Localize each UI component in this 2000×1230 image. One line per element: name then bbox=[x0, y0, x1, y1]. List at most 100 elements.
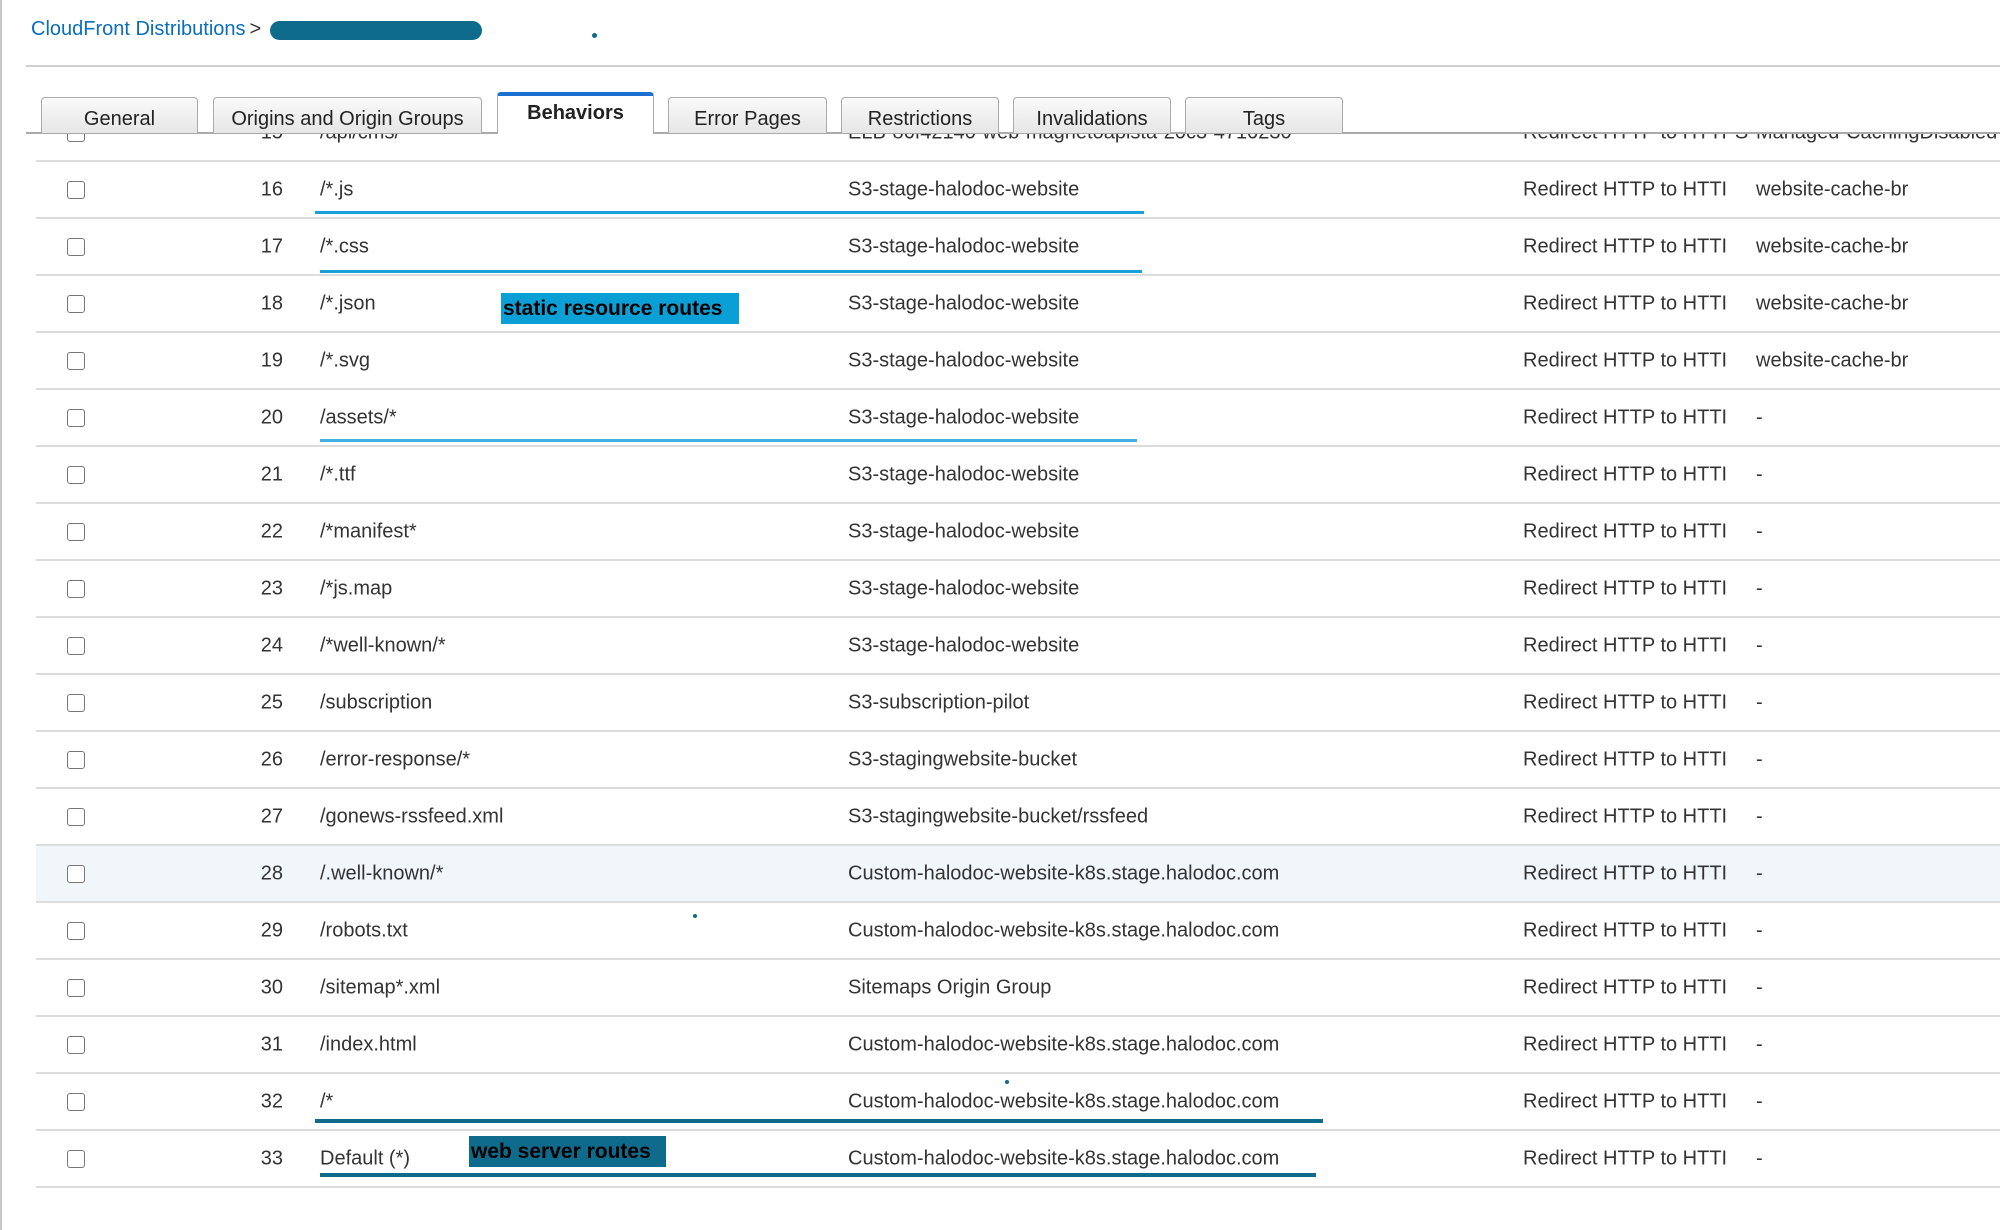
precedence-cell: 16 bbox=[260, 178, 283, 200]
static-resource-routes-label: static resource routes bbox=[501, 293, 739, 324]
table-row[interactable]: 17 /*.css S3-stage-halodoc-website Redirect… bbox=[36, 219, 2000, 276]
origin-cell: S3-stage-halodoc-website bbox=[848, 235, 1080, 257]
row-checkbox[interactable] bbox=[67, 978, 85, 997]
precedence-cell: 23 bbox=[260, 577, 283, 599]
row-checkbox[interactable] bbox=[67, 180, 85, 199]
table-row[interactable]: 30/sitemap*.xml Sitemaps Origin Group Redi… bbox=[36, 960, 2000, 1017]
precedence-cell: 18 bbox=[260, 292, 283, 314]
tab-behaviors[interactable]: Behaviors bbox=[497, 92, 654, 134]
precedence-cell: 29 bbox=[260, 919, 283, 941]
cache-policy-cell: - bbox=[1756, 520, 1763, 542]
precedence-cell: 25 bbox=[260, 691, 283, 713]
row-checkbox[interactable] bbox=[67, 750, 85, 769]
viewer-protocol-cell: Redirect HTTP to HTTI bbox=[1523, 178, 1728, 200]
row-checkbox[interactable] bbox=[67, 351, 85, 370]
precedence-cell: 20 bbox=[260, 406, 283, 428]
table-row[interactable]: 33 Default (*) Custom-halodoc-website-k8s.… bbox=[36, 1131, 2000, 1188]
cache-policy-cell: website-cache-br bbox=[1756, 349, 1909, 371]
breadcrumb: CloudFront Distributions > bbox=[31, 18, 261, 41]
row-checkbox[interactable] bbox=[67, 1035, 85, 1054]
row-checkbox[interactable] bbox=[67, 579, 85, 598]
annotation-underline-css bbox=[320, 270, 1142, 273]
precedence-cell: 27 bbox=[260, 805, 283, 827]
tab-origins-and-origin-groups[interactable]: Origins and Origin Groups bbox=[213, 97, 482, 133]
path-pattern-cell: /*manifest* bbox=[320, 520, 417, 542]
viewer-protocol-cell: Redirect HTTP to HTTI bbox=[1523, 691, 1728, 713]
precedence-cell: 24 bbox=[260, 634, 283, 656]
row-checkbox[interactable] bbox=[67, 408, 85, 427]
tab-error-pages[interactable]: Error Pages bbox=[668, 97, 827, 133]
row-checkbox[interactable] bbox=[67, 864, 85, 883]
row-checkbox[interactable] bbox=[67, 522, 85, 541]
row-checkbox[interactable] bbox=[67, 693, 85, 712]
row-checkbox[interactable] bbox=[67, 807, 85, 826]
viewer-protocol-cell: Redirect HTTP to HTTI bbox=[1523, 463, 1728, 485]
table-row[interactable]: 18 /*.json S3-stage-halodoc-website Redirec… bbox=[36, 276, 2000, 333]
cache-policy-cell: website-cache-br bbox=[1756, 178, 1909, 200]
origin-cell: Custom-halodoc-website-k8s.stage.halodoc… bbox=[848, 1090, 1280, 1112]
row-checkbox[interactable] bbox=[67, 636, 85, 655]
path-pattern-cell: /robots.txt bbox=[320, 919, 408, 941]
path-pattern-cell: /*.ttf bbox=[320, 463, 356, 485]
precedence-cell: 22 bbox=[260, 520, 283, 542]
behaviors-table: 15/api/cms/ELB-86f42140-web-magnetoapist… bbox=[0, 133, 2000, 1230]
row-checkbox[interactable] bbox=[67, 1092, 85, 1111]
row-checkbox[interactable] bbox=[67, 237, 85, 256]
origin-cell: S3-stage-halodoc-website bbox=[848, 349, 1080, 371]
row-checkbox[interactable] bbox=[67, 294, 85, 313]
table-row[interactable]: 31/index.html Custom-halodoc-website-k8s.… bbox=[36, 1017, 2000, 1074]
tab-tags[interactable]: Tags bbox=[1185, 97, 1343, 133]
tab-general[interactable]: General bbox=[41, 97, 198, 133]
precedence-cell: 31 bbox=[260, 1033, 283, 1055]
table-row[interactable]: 21 /*.ttf S3-stage-halodoc-website Redirect… bbox=[36, 447, 2000, 504]
cache-policy-cell: - bbox=[1756, 577, 1763, 599]
table-row[interactable]: 28 /.well-known/* Custom-halodoc-website-k… bbox=[36, 846, 2000, 903]
table-row[interactable]: 23 /*js.map S3-stage-halodoc-website Redire… bbox=[36, 561, 2000, 618]
annotation-underline-root bbox=[315, 1119, 1323, 1123]
annotation-dot bbox=[693, 914, 697, 918]
path-pattern-cell: /assets/* bbox=[320, 406, 397, 428]
cache-policy-cell: - bbox=[1756, 1090, 1763, 1112]
path-pattern-cell: /api/cms/ bbox=[320, 133, 400, 144]
table-row[interactable]: 19 /*.svg S3-stage-halodoc-website Redirect… bbox=[36, 333, 2000, 390]
precedence-cell: 26 bbox=[260, 748, 283, 770]
origin-cell: S3-stage-halodoc-website bbox=[848, 292, 1080, 314]
precedence-cell: 33 bbox=[260, 1147, 283, 1169]
viewer-protocol-cell: Redirect HTTP to HTTI bbox=[1523, 235, 1728, 257]
cache-policy-cell: website-cache-br bbox=[1756, 235, 1909, 257]
viewer-protocol-cell: Redirect HTTP to HTTI bbox=[1523, 406, 1728, 428]
table-row[interactable]: 15/api/cms/ELB-86f42140-web-magnetoapist… bbox=[36, 133, 2000, 162]
table-row[interactable]: 24 /*well-known/* S3-stage-halodoc-website… bbox=[36, 618, 2000, 675]
origin-cell: S3-stage-halodoc-website bbox=[848, 520, 1080, 542]
viewer-protocol-cell: Redirect HTTP to HTTI bbox=[1523, 577, 1728, 599]
origin-cell: S3-stage-halodoc-website bbox=[848, 178, 1080, 200]
path-pattern-cell: /sitemap*.xml bbox=[320, 976, 441, 998]
row-checkbox[interactable] bbox=[67, 1149, 85, 1168]
path-pattern-cell: /index.html bbox=[320, 1033, 417, 1055]
tab-invalidations[interactable]: Invalidations bbox=[1013, 97, 1171, 133]
viewer-protocol-cell: Redirect HTTP to HTTI bbox=[1523, 634, 1728, 656]
row-checkbox[interactable] bbox=[67, 133, 85, 142]
viewer-protocol-cell: Redirect HTTP to HTTI bbox=[1523, 919, 1728, 941]
cache-policy-cell: - bbox=[1756, 748, 1763, 770]
precedence-cell: 15 bbox=[226, 133, 283, 144]
row-checkbox[interactable] bbox=[67, 921, 85, 940]
cache-policy-cell: - bbox=[1756, 805, 1763, 827]
origin-cell: Custom-halodoc-website-k8s.stage.halodoc… bbox=[848, 919, 1280, 941]
breadcrumb-cloudfront-distributions-link[interactable]: CloudFront Distributions bbox=[31, 18, 246, 40]
path-pattern-cell: /*js.map bbox=[320, 577, 393, 599]
row-checkbox[interactable] bbox=[67, 465, 85, 484]
breadcrumb-separator: > bbox=[249, 18, 262, 40]
table-row[interactable]: 22 /*manifest* S3-stage-halodoc-website Red… bbox=[36, 504, 2000, 561]
path-pattern-cell: /error-response/* bbox=[320, 748, 471, 770]
table-row[interactable]: 25/subscription S3-subscription-pilot Redi… bbox=[36, 675, 2000, 732]
path-pattern-cell: /subscription bbox=[320, 691, 433, 713]
path-pattern-cell: /*.js bbox=[320, 178, 354, 200]
origin-cell: Custom-halodoc-website-k8s.stage.halodoc… bbox=[848, 862, 1280, 884]
table-row[interactable]: 27/gonews-rssfeed.xml S3-stagingwebsite-b… bbox=[36, 789, 2000, 846]
cache-policy-cell: Managed-CachingDisabled bbox=[1756, 133, 2000, 144]
origin-cell: S3-stage-halodoc-website bbox=[848, 406, 1080, 428]
table-row[interactable]: 26/error-response/* S3-stagingwebsite-buc… bbox=[36, 732, 2000, 789]
table-row[interactable]: 29/robots.txt Custom-halodoc-website-k8s.… bbox=[36, 903, 2000, 960]
tab-restrictions[interactable]: Restrictions bbox=[841, 97, 999, 133]
